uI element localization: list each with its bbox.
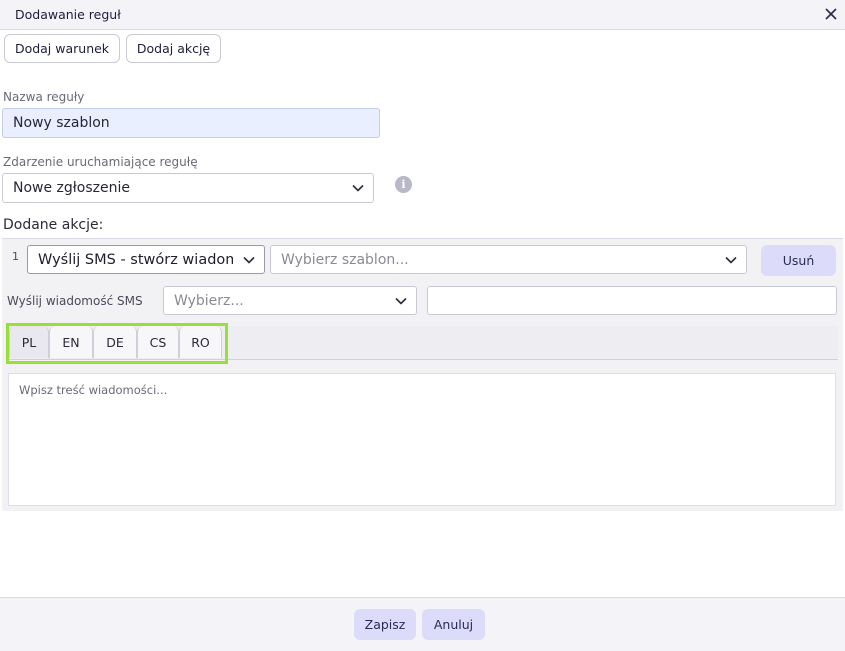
- template-select[interactable]: Wybierz szablon...: [270, 245, 747, 274]
- trigger-value: Nowe zgłoszenie: [13, 180, 130, 196]
- trigger-select[interactable]: Nowe zgłoszenie: [2, 173, 374, 203]
- add-condition-button[interactable]: Dodaj warunek: [4, 34, 120, 63]
- save-button[interactable]: Zapisz: [354, 609, 416, 640]
- language-tabs-highlight: [6, 323, 228, 364]
- dialog-titlebar: Dodawanie reguł: [0, 0, 845, 30]
- add-action-button[interactable]: Dodaj akcję: [126, 34, 221, 63]
- actions-title: Dodane akcje:: [3, 217, 104, 233]
- rule-name-value: Nowy szablon: [13, 115, 110, 131]
- action-type-select[interactable]: Wyślij SMS - stwórz wiadom: [27, 245, 265, 274]
- chevron-down-icon: [395, 297, 407, 305]
- sms-value-input[interactable]: [427, 286, 837, 315]
- message-textarea[interactable]: Wpisz treść wiadomości...: [8, 373, 836, 506]
- sms-select-placeholder: Wybierz...: [174, 292, 244, 309]
- close-icon[interactable]: [821, 4, 841, 24]
- rule-name-label: Nazwa reguły: [3, 90, 85, 104]
- message-placeholder: Wpisz treść wiadomości...: [19, 383, 168, 397]
- chevron-down-icon: [243, 256, 255, 264]
- remove-action-button[interactable]: Usuń: [761, 245, 836, 276]
- template-placeholder: Wybierz szablon...: [281, 251, 409, 268]
- dialog-title: Dodawanie reguł: [15, 7, 121, 22]
- trigger-label: Zdarzenie uruchamiające regułę: [3, 155, 198, 169]
- action-number: 1: [12, 250, 19, 263]
- info-icon[interactable]: i: [395, 176, 412, 193]
- action-type-value: Wyślij SMS - stwórz wiadom: [38, 251, 233, 268]
- chevron-down-icon: [352, 184, 364, 192]
- rule-name-input[interactable]: Nowy szablon: [2, 108, 380, 138]
- chevron-down-icon: [725, 256, 737, 264]
- cancel-button[interactable]: Anuluj: [422, 609, 485, 640]
- sms-recipient-select[interactable]: Wybierz...: [163, 286, 417, 315]
- sms-label: Wyślij wiadomość SMS: [7, 294, 143, 308]
